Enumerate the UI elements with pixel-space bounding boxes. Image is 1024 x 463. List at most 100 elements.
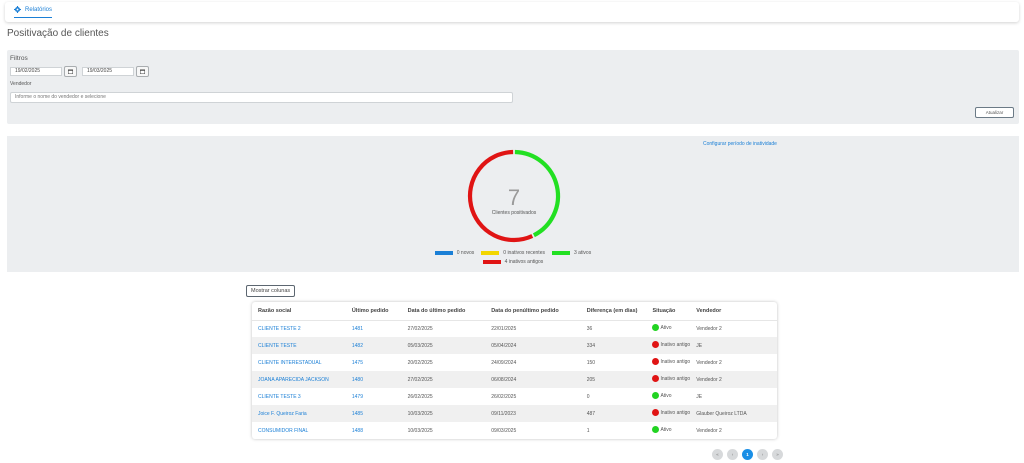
legend-label-inativos-recentes: 0 inativos recentes (503, 250, 545, 256)
calendar-icon (140, 69, 145, 74)
status-dot-icon (652, 341, 660, 348)
first-page-button[interactable]: « (712, 449, 723, 460)
previous-order-date: 26/02/2025 (491, 393, 517, 400)
last-order-date: 26/02/2025 (407, 393, 433, 400)
pagination: « ‹ 1 › » (712, 449, 783, 460)
status-dot-icon (652, 409, 660, 416)
donut-center-label: Clientes positivados (492, 210, 537, 216)
table-header-row: Razão social Último pedido Data do último … (252, 302, 777, 321)
difference-days: 1 (586, 427, 590, 434)
order-number-link[interactable]: 1479 (346, 388, 402, 405)
top-bar: Relatórios (5, 2, 1019, 22)
donut-chart: 7 Clientes positivados (467, 149, 561, 243)
gear-icon (14, 6, 21, 13)
column-header[interactable]: Vendedor (690, 302, 777, 321)
column-header[interactable]: Diferença (em dias) (580, 302, 647, 321)
column-header[interactable]: Data do último pedido (401, 302, 486, 321)
seller-name: Vendedor 2 (696, 359, 722, 366)
legend-item-novos[interactable]: 0 novos (434, 250, 474, 256)
client-name-link[interactable]: CLIENTE INTERESTADUAL (252, 354, 346, 371)
filters-panel: Filtros 19/02/2025 19/03/2025 Vendedor I… (7, 50, 1019, 124)
difference-days: 150 (586, 359, 596, 366)
active-tab-underline (14, 17, 53, 18)
calendar-icon (68, 69, 73, 74)
legend-item-ativos[interactable]: 3 ativos (551, 250, 591, 256)
last-order-date: 05/03/2025 (401, 337, 486, 354)
legend-swatch-novos (434, 251, 453, 255)
status-cell: Inativo antigo (646, 371, 691, 388)
show-columns-button[interactable]: Mostrar colunas (246, 285, 296, 297)
status-dot-icon (652, 358, 660, 365)
seller-name: Glauber Queiroz LTDA (690, 405, 777, 422)
date-start-calendar-button[interactable] (64, 66, 77, 77)
status-dot-icon (652, 324, 660, 332)
next-page-button[interactable]: › (757, 449, 768, 460)
last-order-date: 20/02/2025 (407, 359, 433, 366)
legend-swatch-inativos-recentes (481, 251, 500, 255)
last-order-date: 27/02/2025 (401, 371, 486, 388)
seller-name: JE (690, 337, 777, 354)
page-title: Positivação de clientes (7, 28, 109, 39)
seller-name: Vendedor 2 (696, 325, 722, 332)
date-end-input[interactable]: 19/03/2025 (82, 67, 134, 76)
column-header[interactable]: Último pedido (345, 302, 402, 321)
status-label: Ativo (660, 324, 672, 331)
breadcrumb-relatorios[interactable]: Relatórios (14, 6, 53, 18)
clients-table: Razão social Último pedido Data do último … (252, 302, 777, 439)
column-header[interactable]: Situação (646, 302, 691, 321)
breadcrumb-label[interactable]: Relatórios (25, 7, 52, 13)
previous-order-date: 09/03/2025 (491, 427, 517, 434)
difference-days: 0 (586, 393, 590, 400)
order-number-link[interactable]: 1488 (346, 422, 402, 439)
previous-order-date: 24/09/2024 (491, 359, 517, 366)
client-name-link[interactable]: CLIENTE TESTE 2 (252, 320, 346, 337)
legend-item-inativos-antigos[interactable]: 4 inativos antigos (482, 259, 544, 265)
page-1-button[interactable]: 1 (742, 449, 753, 460)
order-number-link[interactable]: 1482 (345, 337, 402, 354)
prev-page-button[interactable]: ‹ (727, 449, 738, 460)
date-end-calendar-button[interactable] (136, 66, 149, 77)
status-label: Inativo antigo (660, 375, 691, 382)
difference-days: 36 (586, 325, 593, 332)
previous-order-date: 22/01/2025 (491, 325, 517, 332)
order-number-link[interactable]: 1480 (345, 371, 402, 388)
previous-order-date: 05/04/2024 (485, 337, 581, 354)
date-start-input[interactable]: 19/02/2025 (10, 67, 62, 76)
status-cell: Inativo antigo (646, 405, 691, 422)
client-name-link[interactable]: CLIENTE TESTE (252, 337, 346, 354)
table-row: CLIENTE TESTE 3 1479 26/02/2025 26/02/2025 0… (252, 388, 777, 405)
donut-slice-inativos-antigos[interactable] (467, 149, 534, 243)
column-header[interactable]: Data do penúltimo pedido (485, 302, 581, 321)
last-page-button[interactable]: » (772, 449, 783, 460)
previous-order-date: 09/11/2023 (485, 405, 581, 422)
donut-center-value: 7 (508, 185, 520, 210)
legend-item-inativos-recentes[interactable]: 0 inativos recentes (481, 250, 545, 256)
order-number-link[interactable]: 1485 (345, 405, 402, 422)
chart-panel: Configurar período de inatividade 7 Clie… (7, 136, 1019, 272)
status-label: Ativo (660, 392, 672, 399)
status-badge: Ativo (652, 392, 672, 399)
order-number-link[interactable]: 1481 (346, 320, 402, 337)
status-badge: Ativo (652, 324, 672, 332)
legend-label-inativos-antigos: 4 inativos antigos (504, 259, 544, 265)
difference-days: 487 (580, 405, 647, 422)
client-name-link[interactable]: CLIENTE TESTE 3 (252, 388, 346, 405)
vendor-search-input[interactable]: Informe o nome do vendedor e selecione (10, 92, 513, 103)
order-number-link[interactable]: 1475 (346, 354, 402, 371)
difference-days: 205 (580, 371, 647, 388)
update-button[interactable]: Atualizar (975, 107, 1014, 118)
status-label: Ativo (660, 426, 672, 433)
table-row: CLIENTE INTERESTADUAL 1475 20/02/2025 24/09… (252, 354, 777, 371)
status-badge: Inativo antigo (652, 375, 690, 382)
status-dot-icon (652, 392, 660, 399)
client-name-link[interactable]: CONSUMIDOR FINAL (252, 422, 346, 439)
configure-inactivity-link[interactable]: Configurar período de inatividade (703, 141, 777, 147)
donut-slice-ativos[interactable] (514, 149, 561, 238)
client-name-link[interactable]: JOANA APARECIDA JACKSON (252, 371, 346, 388)
column-header[interactable]: Razão social (252, 302, 346, 321)
last-order-date: 10/03/2025 (401, 405, 486, 422)
filters-title: Filtros (10, 55, 28, 62)
client-name-link[interactable]: Joice F. Queiroz Faria (252, 405, 346, 422)
seller-name: JE (696, 393, 703, 400)
legend-swatch-inativos-antigos (482, 260, 501, 264)
